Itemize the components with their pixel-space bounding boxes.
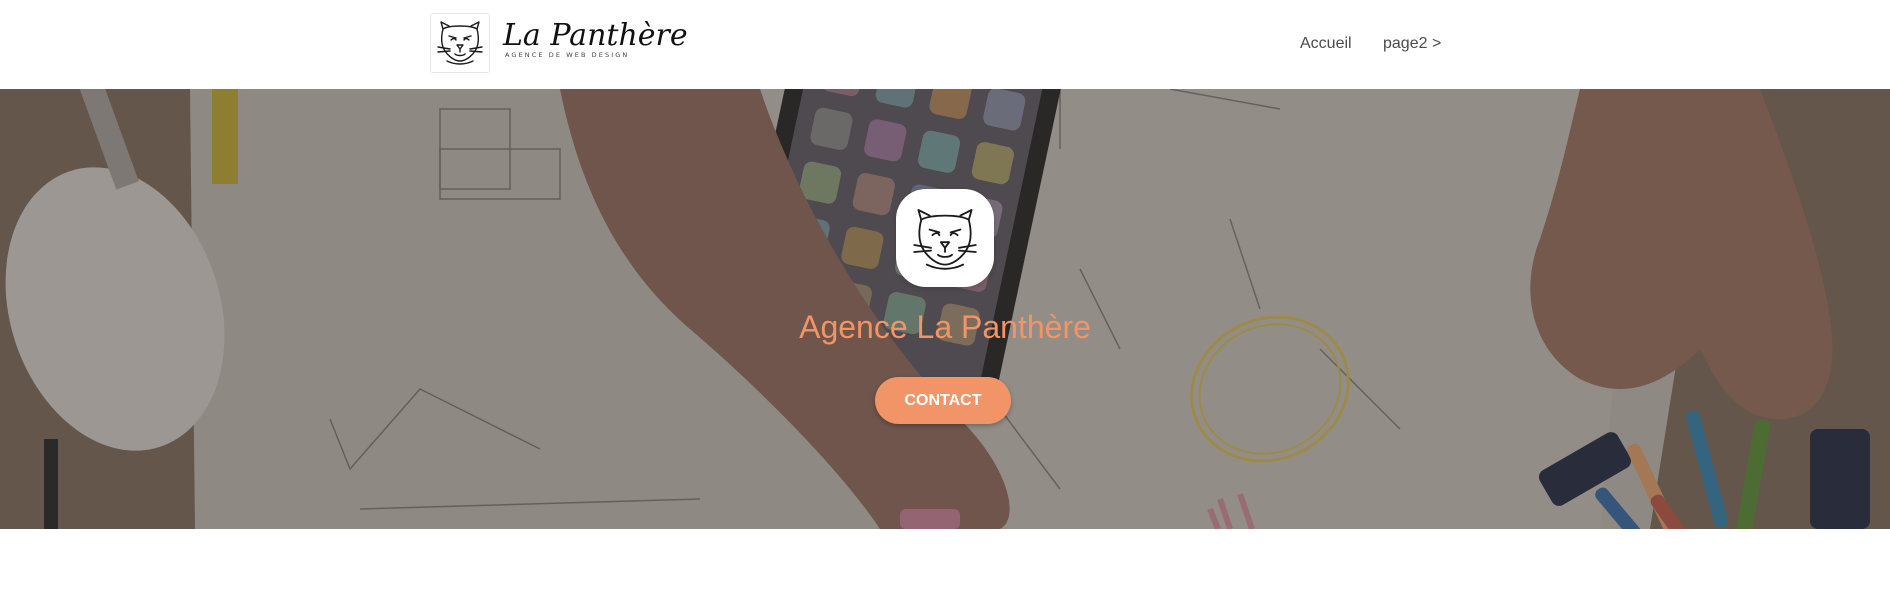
hero-section: Agence La Panthère CONTACT [0, 89, 1890, 529]
site-header: La Panthère AGENCE DE WEB DESIGN Accueil… [0, 0, 1890, 89]
hero-title: Agence La Panthère [799, 309, 1091, 345]
nav-link-page2[interactable]: page2 > [1383, 34, 1441, 54]
panther-head-icon [896, 189, 994, 287]
contact-button[interactable]: CONTACT [875, 377, 1011, 424]
logo-title: La Panthère [503, 18, 688, 53]
logo-link[interactable]: La Panthère AGENCE DE WEB DESIGN [430, 13, 688, 73]
page: La Panthère AGENCE DE WEB DESIGN Accueil… [0, 0, 1890, 594]
panther-head-icon [430, 13, 490, 73]
logo-tagline: AGENCE DE WEB DESIGN [505, 51, 630, 59]
nav-link-accueil[interactable]: Accueil [1300, 34, 1352, 54]
